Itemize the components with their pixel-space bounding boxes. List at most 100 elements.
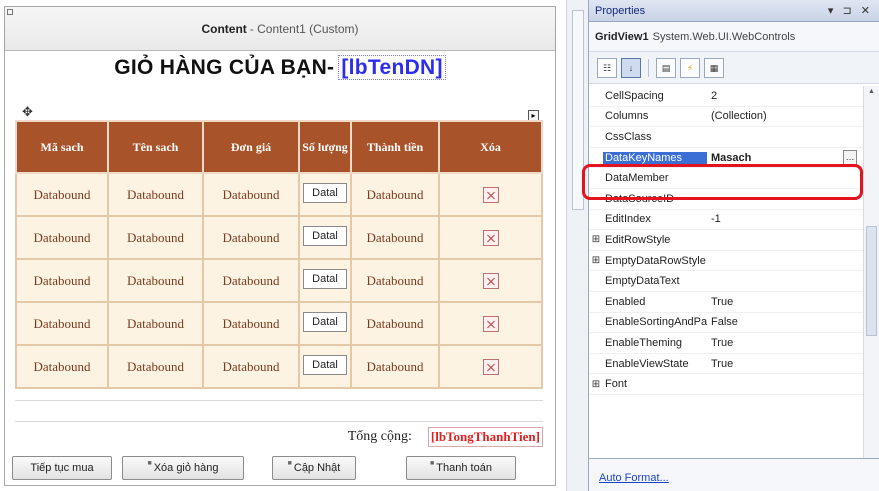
action-buttons: Tiếp tục mua ■ Xóa giỏ hàng ■ Cập Nhật ■… [12, 455, 550, 481]
categorized-icon[interactable]: ☷ [597, 57, 617, 78]
property-value[interactable]: False [707, 316, 863, 328]
col-header-ten-sach: Tên sach [107, 120, 204, 174]
quantity-textbox[interactable]: Datal [303, 182, 347, 203]
object-selector[interactable]: GridView1 System.Web.UI.WebControls [589, 22, 879, 52]
total-value-label-control[interactable]: [lbTongThanhTien] [427, 427, 543, 447]
update-button[interactable]: ■ Cập Nhật [272, 456, 356, 480]
delete-icon[interactable] [482, 187, 499, 203]
property-name: EditRowStyle [605, 233, 671, 246]
auto-format-link[interactable]: Auto Format... [599, 472, 669, 484]
alphabetical-icon[interactable]: ↓ [621, 57, 641, 78]
property-value[interactable]: (Collection) [707, 110, 863, 122]
property-name: CellSpacing [605, 89, 664, 102]
property-row-font[interactable]: ⊞ Font [589, 374, 863, 395]
property-row-enabletheming[interactable]: EnableTheming True [589, 333, 863, 354]
property-row-columns[interactable]: Columns (Collection) [589, 107, 863, 128]
property-row-emptydatarowstyle[interactable]: ⊞ EmptyDataRowStyle [589, 251, 863, 272]
clear-cart-button[interactable]: ■ Xóa giỏ hàng [122, 456, 244, 480]
cell-xoa [438, 215, 543, 260]
property-value[interactable]: -1 [707, 213, 863, 225]
cell-ten-sach: Databound [107, 215, 204, 260]
scroll-thumb[interactable] [866, 226, 877, 336]
cell-xoa [438, 344, 543, 389]
cell-ma-sach: Databound [15, 301, 109, 346]
delete-icon[interactable] [482, 316, 499, 332]
property-row-cssclass[interactable]: CssClass [589, 127, 863, 148]
cell-xoa [438, 172, 543, 217]
splitter-scroll-thumb[interactable] [572, 10, 584, 210]
quantity-textbox[interactable]: Datal [303, 225, 347, 246]
property-value[interactable]: Masach [707, 152, 843, 164]
property-name: Columns [605, 110, 649, 123]
events-lightning-icon[interactable]: ⚡ [680, 57, 700, 78]
property-grid-scrollbar[interactable]: ▲ [863, 86, 879, 458]
property-row-datasourceid[interactable]: DataSourceID [589, 189, 863, 210]
cell-so-luong: Datal [298, 215, 352, 260]
property-row-enablesorting[interactable]: EnableSortingAndPagingCallbacks False [589, 313, 863, 334]
col-header-so-luong: Số lượng [298, 120, 352, 174]
cell-ma-sach: Databound [15, 258, 109, 303]
expand-icon[interactable]: ⊞ [589, 234, 603, 245]
cell-thanh-tien: Databound [350, 215, 440, 260]
delete-icon[interactable] [482, 273, 499, 289]
cell-so-luong: Datal [298, 258, 352, 303]
property-value[interactable]: True [707, 337, 863, 349]
content-header: Content - Content1 (Custom) [5, 7, 555, 51]
property-value[interactable]: True [707, 358, 863, 370]
control-marker-icon: ■ [287, 459, 292, 467]
ellipsis-button[interactable]: … [843, 149, 857, 166]
cell-thanh-tien: Databound [350, 344, 440, 389]
property-value[interactable]: 2 [707, 90, 863, 102]
control-marker-icon: ■ [147, 459, 152, 467]
cell-ma-sach: Databound [15, 344, 109, 389]
table-row: Databound Databound Databound Datal Data… [15, 344, 543, 389]
expand-icon[interactable]: ⊞ [589, 379, 603, 390]
checkout-button[interactable]: ■ Thanh toán [406, 456, 516, 480]
col-header-thanh-tien: Thành tiền [350, 120, 440, 174]
property-name: CssClass [605, 130, 652, 143]
property-row-editindex[interactable]: EditIndex -1 [589, 210, 863, 231]
property-name: Font [605, 378, 628, 391]
update-label: Cập Nhật [293, 462, 341, 474]
property-row-editrowstyle[interactable]: ⊞ EditRowStyle [589, 230, 863, 251]
object-name: GridView1 [595, 30, 649, 43]
gridview[interactable]: Mã sach Tên sach Đơn giá Số lượng Thành … [15, 120, 543, 389]
cell-don-gia: Databound [202, 344, 300, 389]
property-pages-icon[interactable]: ▦ [704, 57, 724, 78]
quantity-textbox[interactable]: Datal [303, 354, 347, 375]
property-row-enabled[interactable]: Enabled True [589, 292, 863, 313]
properties-view-icon[interactable]: ▤ [656, 57, 676, 78]
col-header-ma-sach: Mã sach [15, 120, 109, 174]
quantity-textbox[interactable]: Datal [303, 311, 347, 332]
cell-ten-sach: Databound [107, 258, 204, 303]
property-name: DataKeyNames [603, 151, 707, 164]
delete-icon[interactable] [482, 359, 499, 375]
property-row-datamember[interactable]: DataMember [589, 168, 863, 189]
quantity-textbox[interactable]: Datal [303, 268, 347, 289]
property-name: EmptyDataText [605, 275, 680, 288]
cell-xoa [438, 258, 543, 303]
scroll-up-icon[interactable]: ▲ [866, 88, 877, 99]
properties-toolbar: ☷ ↓ ▤ ⚡ ▦ [589, 52, 879, 84]
move-handle-icon[interactable]: ✥ [22, 104, 33, 120]
property-row-emptydatatext[interactable]: EmptyDataText [589, 271, 863, 292]
continue-shopping-button[interactable]: Tiếp tục mua [12, 456, 112, 480]
property-name: DataSourceID [605, 192, 675, 205]
cell-thanh-tien: Databound [350, 301, 440, 346]
property-row-datakeynames[interactable]: DataKeyNames Masach … [589, 148, 863, 169]
grid-header-row: Mã sach Tên sach Đơn giá Số lượng Thành … [15, 120, 543, 174]
property-row-cellspacing[interactable]: CellSpacing 2 [589, 86, 863, 107]
property-grid: CellSpacing 2 Columns (Collection) CssCl… [589, 86, 863, 458]
cell-don-gia: Databound [202, 215, 300, 260]
expand-icon[interactable]: ⊞ [589, 255, 603, 266]
content-header-title: Content [201, 21, 247, 36]
design-surface[interactable]: Content - Content1 (Custom) GIỎ HÀNG CỦA… [0, 0, 560, 491]
username-label-control[interactable]: [lbTenDN] [338, 55, 446, 80]
property-value[interactable]: True [707, 296, 863, 308]
property-row-enableviewstate[interactable]: EnableViewState True [589, 354, 863, 375]
panel-splitter[interactable] [566, 0, 588, 491]
cell-don-gia: Databound [202, 258, 300, 303]
delete-icon[interactable] [482, 230, 499, 246]
panel-controls-icon[interactable]: ▾ ⊐ ✕ [828, 4, 873, 17]
table-row: Databound Databound Databound Datal Data… [15, 258, 543, 303]
